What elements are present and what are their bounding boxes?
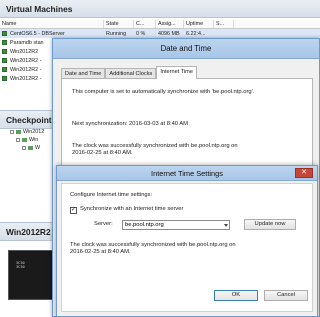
vm-icon	[2, 67, 7, 72]
virtual-machines-title: Virtual Machines	[0, 0, 320, 18]
sync-success-line-2: 2016-02-25 at 8:40 AM.	[72, 150, 133, 156]
vm-icon	[2, 49, 7, 54]
tab-internet-time[interactable]: Internet Time	[156, 66, 197, 79]
vm-icon	[2, 31, 7, 36]
thumbnail-text-line: 3C30	[16, 265, 25, 270]
date-time-title: Date and Time	[160, 44, 212, 53]
vm-icon	[2, 40, 7, 45]
date-time-titlebar[interactable]: Date and Time	[53, 39, 319, 59]
vm-table-header: Name State C... Assig... Uptime S...	[0, 20, 320, 29]
column-header-memory[interactable]: Assig...	[156, 20, 184, 28]
auto-sync-text: This computer is set to automatically sy…	[72, 89, 255, 95]
vm-name: Win2012R2 -	[10, 57, 42, 64]
tree-expander-icon[interactable]	[10, 130, 14, 134]
column-header-cpu[interactable]: C...	[134, 20, 156, 28]
chevron-down-icon[interactable]	[224, 224, 228, 227]
checkpoint-label: Win	[29, 137, 39, 143]
column-header-status[interactable]: S...	[214, 20, 234, 28]
close-icon: ✕	[301, 169, 307, 176]
vm-icon	[2, 76, 7, 81]
checkpoint-label: Win2012	[23, 129, 45, 135]
column-header-state[interactable]: State	[104, 20, 134, 28]
sync-checkbox-label[interactable]: Synchronize with an Internet time server	[80, 206, 183, 214]
vm-row[interactable]: CentOS6.5 - DBServer Running 0 % 4096 MB…	[0, 29, 320, 38]
checkpoint-icon	[16, 130, 21, 134]
vm-name: Win2012R2 -	[10, 66, 42, 73]
vm-memory: 4096 MB	[158, 30, 180, 37]
checkpoint-icon	[22, 138, 27, 142]
vm-icon	[2, 58, 7, 63]
internet-time-settings-titlebar[interactable]: Internet Time Settings ✕	[57, 166, 317, 181]
checkpoint-label: W	[35, 145, 41, 151]
configure-label: Configure Internet time settings:	[70, 192, 153, 198]
server-input[interactable]	[123, 221, 219, 229]
sync-checkbox[interactable]: ✓	[70, 207, 77, 214]
checkmark-icon: ✓	[71, 207, 77, 213]
vm-name: Paramdb stan	[10, 39, 44, 46]
tree-expander-icon[interactable]	[16, 138, 20, 142]
server-combobox[interactable]	[122, 220, 230, 230]
vm-name: CentOS6.5 - DBServer	[10, 30, 65, 37]
vm-uptime: 6.22:4...	[186, 30, 206, 37]
update-now-button[interactable]: Update now	[244, 219, 296, 230]
internet-time-settings-title: Internet Time Settings	[151, 169, 223, 178]
vm-name: Win2012R2 -	[10, 75, 42, 82]
tree-expander-icon[interactable]	[22, 146, 26, 150]
internet-time-settings-dialog: Internet Time Settings ✕ Configure Inter…	[56, 165, 318, 317]
cancel-button[interactable]: Cancel	[264, 290, 308, 301]
internet-time-settings-body: Configure Internet time settings: ✓ Sync…	[61, 183, 313, 312]
checkpoint-icon	[28, 146, 33, 150]
ok-button[interactable]: OK	[214, 290, 258, 301]
its-success-line-2: 2016-02-25 at 8:40 AM.	[70, 249, 131, 255]
vm-name: Win2012R2	[10, 48, 39, 55]
vm-cpu: 0 %	[136, 30, 146, 37]
next-sync-text: Next synchronization: 2016-03-03 at 8:40…	[72, 121, 189, 127]
close-button[interactable]: ✕	[295, 168, 313, 178]
vm-state: Running	[106, 30, 127, 37]
column-header-uptime[interactable]: Uptime	[184, 20, 214, 28]
server-label: Server:	[94, 221, 113, 227]
column-header-name[interactable]: Name	[0, 20, 104, 28]
